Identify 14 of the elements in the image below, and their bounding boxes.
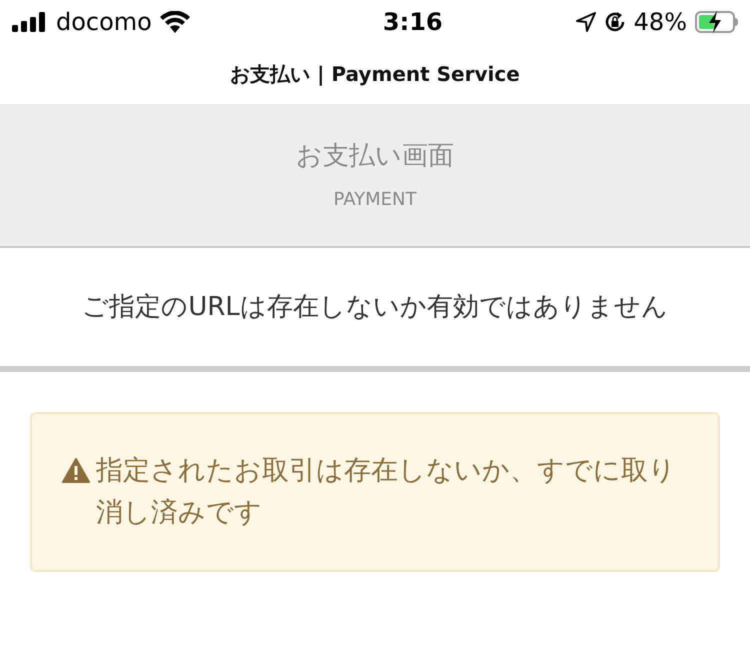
battery-icon [695,11,738,33]
clock-time: 3:16 [382,7,443,38]
header-title: お支払い画面 [296,140,454,173]
page-title: お支払い | Payment Service [230,61,520,88]
warning-text: 指定されたお取引は存在しないか、すでに取り消し済みです [96,454,677,530]
header-subtitle: PAYMENT [334,188,416,212]
battery-percent: 48% [634,7,687,38]
location-arrow-icon [576,12,596,32]
error-message: ご指定のURLは存在しないか有効ではありません [82,290,668,324]
warning-icon [62,458,90,483]
rotation-lock-icon [604,11,626,33]
signal-icon [12,12,48,32]
carrier-name: docomo [56,7,152,38]
wifi-icon [160,11,190,33]
